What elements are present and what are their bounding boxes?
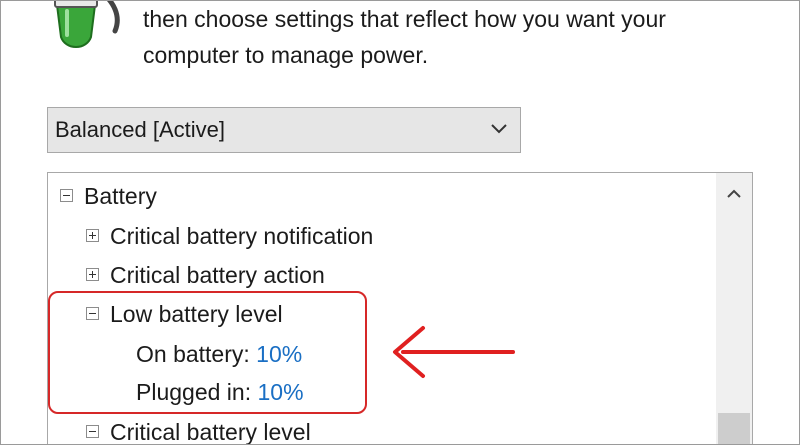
scrollbar-thumb[interactable] xyxy=(718,413,750,444)
power-plan-dropdown[interactable]: Balanced [Active] xyxy=(47,107,521,153)
expand-toggle-icon[interactable] xyxy=(86,229,99,242)
collapse-toggle-icon[interactable] xyxy=(60,189,73,202)
chevron-down-icon xyxy=(491,124,507,134)
description-line-2: computer to manage power. xyxy=(143,42,429,68)
power-plug-icon xyxy=(54,1,120,49)
vertical-scrollbar[interactable] xyxy=(716,173,752,444)
tree-node-label: Critical battery notification xyxy=(110,223,374,249)
scroll-up-button[interactable] xyxy=(716,173,752,213)
annotation-highlight-box xyxy=(48,291,367,414)
plan-description: then choose settings that reflect how yo… xyxy=(143,1,783,73)
chevron-up-icon xyxy=(727,189,741,198)
tree-node-label: Critical battery action xyxy=(110,262,325,288)
power-options-window: then choose settings that reflect how yo… xyxy=(0,0,800,445)
collapse-toggle-icon[interactable] xyxy=(86,425,99,438)
power-plan-selected-value: Balanced [Active] xyxy=(55,117,225,142)
tree-node-label: Critical battery level xyxy=(110,419,311,445)
tree-node-label: Battery xyxy=(84,183,157,209)
expand-toggle-icon[interactable] xyxy=(86,268,99,281)
arrow-left-icon xyxy=(393,326,515,378)
description-line-1: then choose settings that reflect how yo… xyxy=(143,6,666,32)
